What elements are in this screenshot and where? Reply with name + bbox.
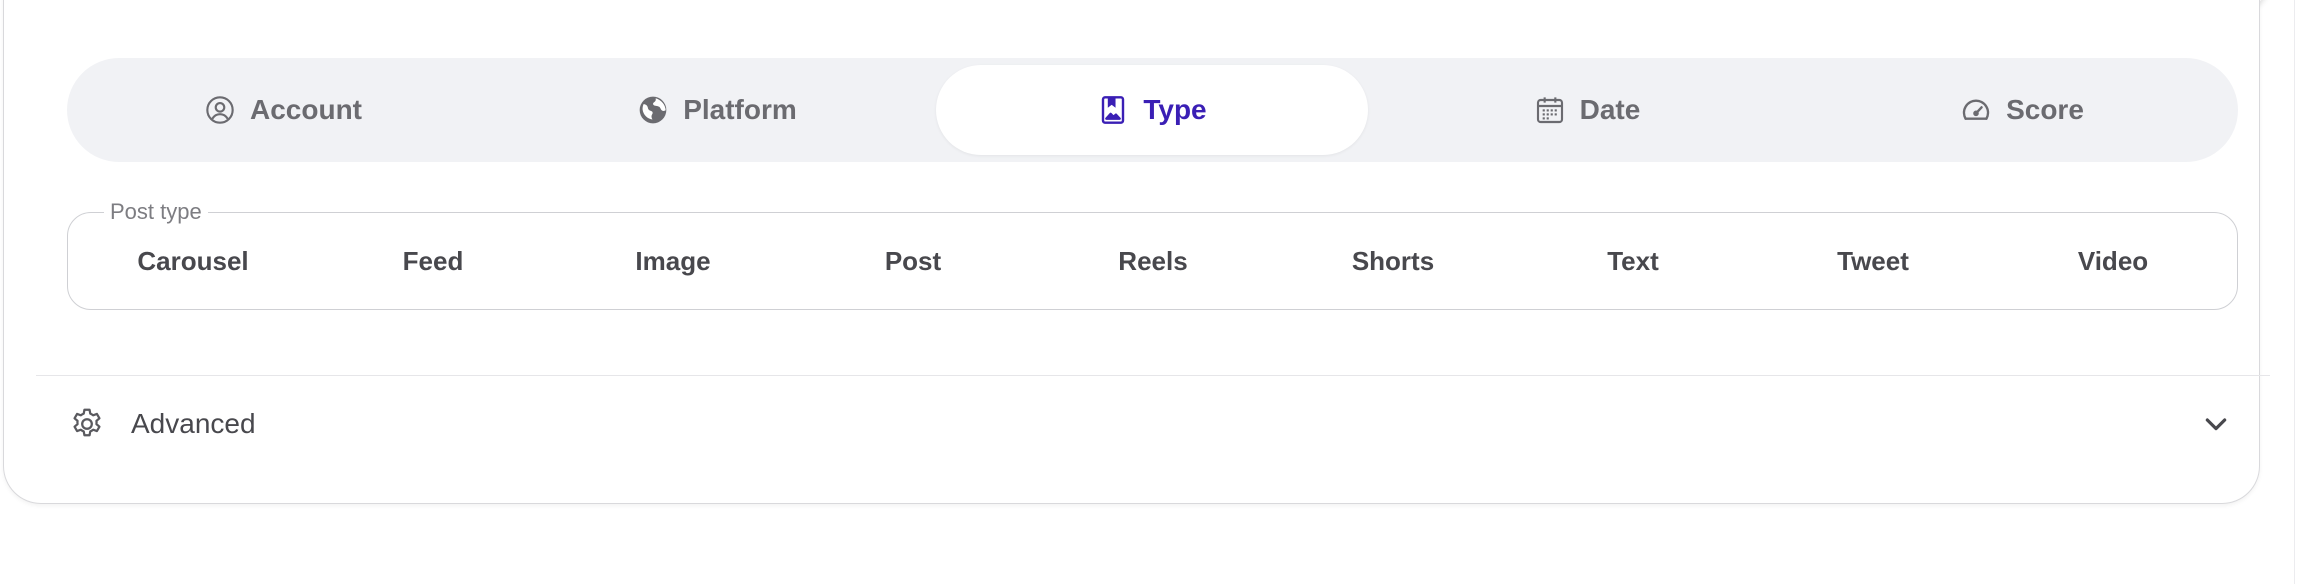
section-divider [36,375,2270,376]
gauge-icon [1960,94,1992,126]
page: Account Platform Type Date Score Post ty… [0,0,2324,584]
tab-platform[interactable]: Platform [501,65,933,155]
post-type-fieldset: Post type Carousel Feed Image Post Reels… [67,199,2238,310]
chevron-down-icon[interactable] [2200,408,2232,440]
post-type-options: Carousel Feed Image Post Reels Shorts Te… [68,213,2237,309]
tab-label: Score [2006,94,2084,125]
post-type-option-text[interactable]: Text [1607,213,1659,309]
post-type-option-carousel[interactable]: Carousel [137,213,248,309]
bookmark-image-icon [1097,94,1129,126]
calendar-icon [1534,94,1566,126]
post-type-option-feed[interactable]: Feed [403,213,464,309]
post-type-option-image[interactable]: Image [635,213,710,309]
post-type-option-video[interactable]: Video [2078,213,2148,309]
tab-label: Date [1579,94,1641,125]
tab-label: Account [250,94,362,125]
scrollbar-track[interactable] [2294,0,2295,584]
advanced-toggle[interactable]: Advanced [36,378,2270,472]
advanced-label: Advanced [131,408,256,439]
tab-date[interactable]: Date [1371,65,1803,155]
post-type-option-shorts[interactable]: Shorts [1352,213,1434,309]
globe-icon [637,94,669,126]
user-circle-icon [204,94,236,126]
gear-icon [73,408,101,437]
tab-label: Type [1143,94,1207,125]
tab-type[interactable]: Type [936,65,1368,155]
post-type-option-tweet[interactable]: Tweet [1837,213,1909,309]
tab-score[interactable]: Score [1806,65,2238,155]
filter-tabs: Account Platform Type Date Score [67,58,2238,162]
tab-account[interactable]: Account [67,65,499,155]
post-type-option-reels[interactable]: Reels [1118,213,1187,309]
post-type-option-post[interactable]: Post [885,213,941,309]
tab-label: Platform [683,94,797,125]
